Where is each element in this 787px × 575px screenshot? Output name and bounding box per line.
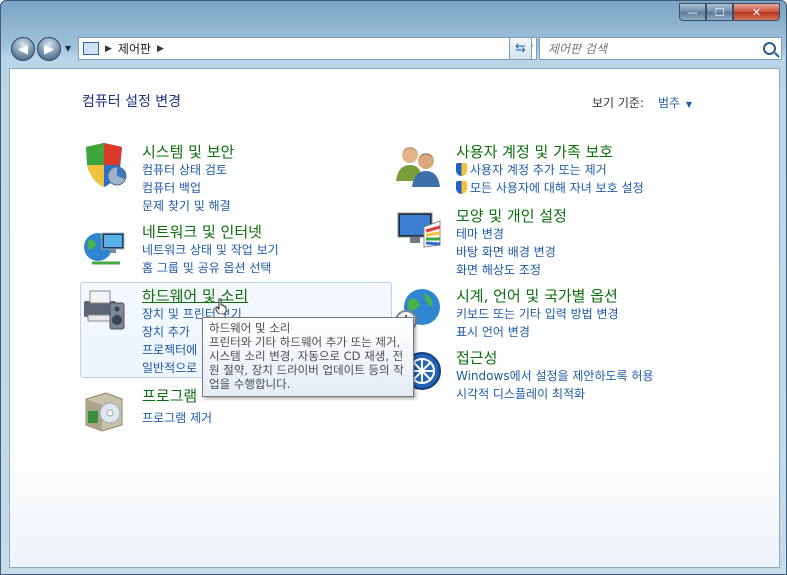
refresh-icon: ⇆ xyxy=(515,41,526,56)
shield-icon xyxy=(86,143,127,187)
program-box-icon xyxy=(85,392,123,432)
link-desktop-background[interactable]: 바탕 화면 배경 변경 xyxy=(456,243,556,260)
category-title-system-security[interactable]: 시스템 및 보안 xyxy=(142,141,234,162)
link-optimize-display[interactable]: 시각적 디스플레이 최적화 xyxy=(456,385,585,402)
breadcrumb-control-panel[interactable]: 제어판 xyxy=(118,40,151,57)
tooltip: 하드웨어 및 소리 프린터와 기타 하드웨어 추가 또는 제거, 시스템 소리 … xyxy=(202,317,414,397)
back-button[interactable]: ◀ xyxy=(11,37,35,61)
link-review-status[interactable]: 컴퓨터 상태 검토 xyxy=(142,161,227,178)
link-projector[interactable]: 프로젝터에 xyxy=(142,341,197,358)
recent-pages-dropdown-icon[interactable]: ▼ xyxy=(65,44,71,53)
category-title-programs[interactable]: 프로그램 xyxy=(142,385,197,406)
link-add-device[interactable]: 장치 추가 xyxy=(142,323,190,340)
category-title-clock-language-region[interactable]: 시계, 언어 및 국가별 옵션 xyxy=(456,285,618,306)
link-label: 사용자 계정 추가 또는 제거 xyxy=(470,163,607,177)
monitor-palette-icon xyxy=(397,212,441,248)
link-parental-controls[interactable]: 모든 사용자에 대해 자녀 보호 설정 xyxy=(456,179,644,196)
link-display-language[interactable]: 표시 언어 변경 xyxy=(456,323,530,340)
breadcrumb-separator-icon[interactable]: ▶ xyxy=(157,44,164,54)
link-label: 모든 사용자에 대해 자녀 보호 설정 xyxy=(470,181,644,195)
control-panel-icon xyxy=(83,42,99,55)
breadcrumb-separator-icon[interactable]: ▶ xyxy=(105,44,112,54)
view-by-value: 범주 xyxy=(658,96,681,110)
link-common[interactable]: 일반적으로 xyxy=(142,359,197,376)
link-windows-suggest-settings[interactable]: Windows에서 설정을 제안하도록 허용 xyxy=(456,367,654,384)
category-title-network-internet[interactable]: 네트워크 및 인터넷 xyxy=(142,221,262,242)
navigation-bar: ◀ ▶ ▼ ▶ 제어판 ▶ ▼ ⇆ xyxy=(11,35,782,63)
link-uninstall-program[interactable]: 프로그램 제거 xyxy=(142,409,212,426)
chevron-down-icon: ▼ xyxy=(685,100,693,109)
link-change-theme[interactable]: 테마 변경 xyxy=(456,225,504,242)
search-box[interactable] xyxy=(539,37,782,60)
search-icon[interactable] xyxy=(763,42,776,55)
forward-button[interactable]: ▶ xyxy=(37,37,61,61)
search-input[interactable] xyxy=(546,40,760,57)
uac-shield-icon xyxy=(456,163,467,176)
category-title-user-accounts[interactable]: 사용자 계정 및 가족 보호 xyxy=(456,141,613,162)
maximize-button[interactable]: ☐ xyxy=(706,3,733,21)
close-button[interactable]: ✕ xyxy=(733,3,780,21)
printer-speaker-icon xyxy=(84,290,125,330)
link-screen-resolution[interactable]: 화면 해상도 조정 xyxy=(456,261,541,278)
hand-cursor-icon xyxy=(215,298,227,314)
category-title-ease-of-access[interactable]: 접근성 xyxy=(456,347,497,368)
caption-buttons: — ☐ ✕ xyxy=(679,3,780,21)
uac-shield-icon xyxy=(456,181,467,194)
control-panel-window: — ☐ ✕ ◀ ▶ ▼ ▶ 제어판 ▶ ▼ ⇆ 컴퓨터 설정 변경 보기 기준:… xyxy=(0,0,787,575)
link-add-remove-users[interactable]: 사용자 계정 추가 또는 제거 xyxy=(456,161,607,178)
category-title-hardware-sound[interactable]: 하드웨어 및 소리 xyxy=(142,285,248,306)
link-homegroup[interactable]: 홈 그룹 및 공유 옵션 선택 xyxy=(142,259,271,276)
globe-network-icon xyxy=(84,232,125,265)
refresh-button[interactable]: ⇆ xyxy=(509,37,532,60)
link-troubleshoot[interactable]: 문제 찾기 및 해결 xyxy=(142,197,231,214)
category-title-appearance[interactable]: 모양 및 개인 설정 xyxy=(456,205,567,226)
minimize-button[interactable]: — xyxy=(679,3,706,21)
page-title: 컴퓨터 설정 변경 xyxy=(82,94,182,110)
address-bar[interactable]: ▶ 제어판 ▶ ▼ xyxy=(78,37,537,60)
view-by-dropdown[interactable]: 범주 ▼ xyxy=(658,94,692,111)
view-by-label: 보기 기준: xyxy=(592,96,645,110)
link-keyboard-input[interactable]: 키보드 또는 기타 입력 방법 변경 xyxy=(456,305,619,322)
link-network-status[interactable]: 네트워크 상태 및 작업 보기 xyxy=(142,241,279,258)
link-backup[interactable]: 컴퓨터 백업 xyxy=(142,179,201,196)
users-icon xyxy=(396,147,440,187)
